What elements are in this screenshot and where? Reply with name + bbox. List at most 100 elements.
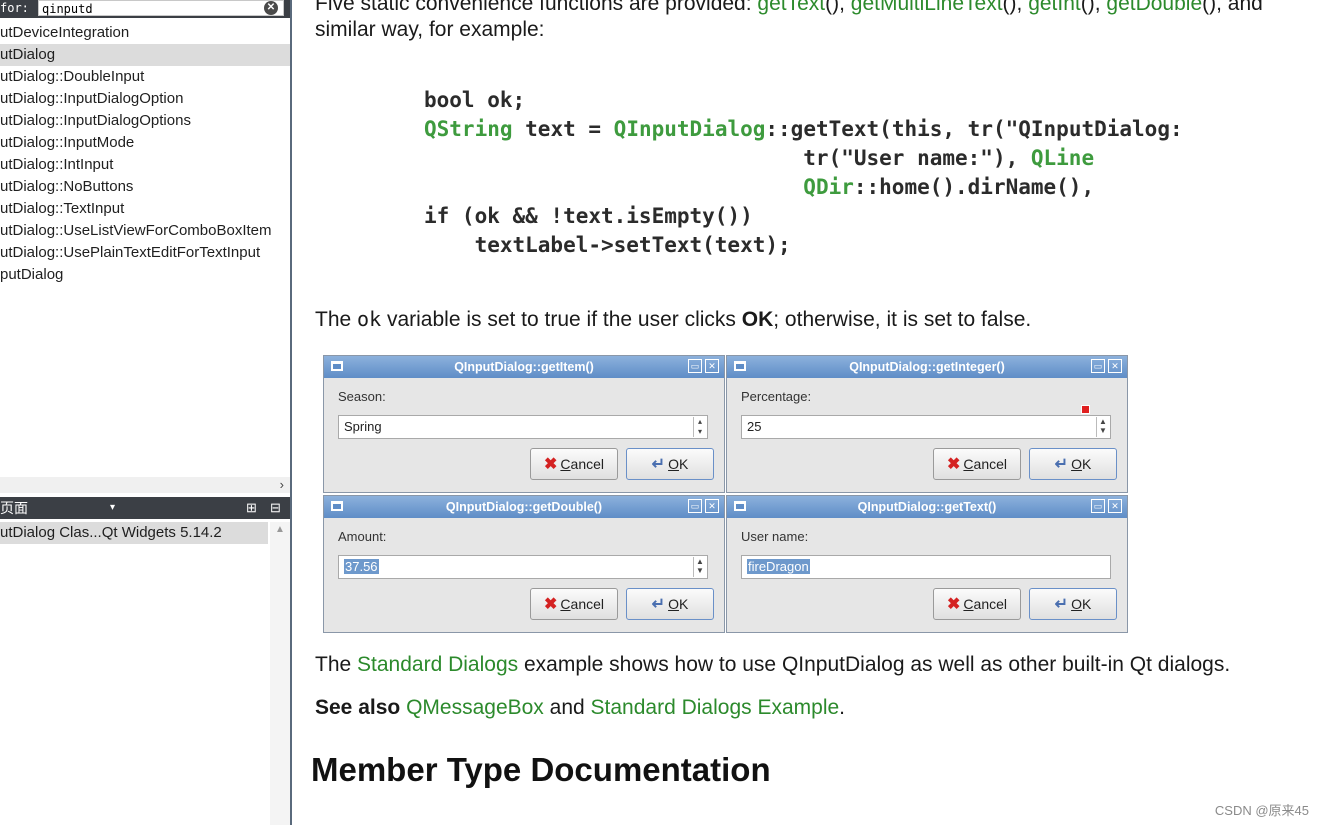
index-item[interactable]: utDialog::DoubleInput xyxy=(0,66,290,88)
cancel-button[interactable]: ✖ Cancel xyxy=(933,588,1021,620)
search-bar: for: qinputd ✕ xyxy=(0,0,290,18)
std-text: example shows how to use QInputDialog as… xyxy=(518,653,1231,676)
split-view-icon[interactable]: ⊞ xyxy=(246,497,257,519)
link-getdouble[interactable]: getDouble xyxy=(1106,0,1202,15)
see-also-text: . xyxy=(839,696,846,719)
close-icon[interactable]: ✕ xyxy=(1108,499,1122,513)
intro-line-2: similar way, for example: xyxy=(315,18,545,41)
maximize-icon[interactable]: ▭ xyxy=(688,499,702,513)
index-item[interactable]: utDialog::NoButtons xyxy=(0,176,290,198)
code-text: tr("User name:"), xyxy=(424,146,1031,170)
index-item[interactable]: utDialog::UsePlainTextEditForTextInput xyxy=(0,242,290,264)
search-input[interactable]: qinputd xyxy=(38,0,284,16)
ok-button[interactable]: ↵ OK xyxy=(1029,588,1117,620)
link-gettext[interactable]: getText xyxy=(757,0,825,15)
ok-icon: ↵ xyxy=(1054,596,1069,613)
dialog-getinteger: QInputDialog::getInteger() ▭ ✕ Percentag… xyxy=(726,355,1128,493)
dialog-titlebar: QInputDialog::getText() ▭ ✕ xyxy=(727,496,1127,518)
ok-text: variable is set to true if the user clic… xyxy=(381,308,742,331)
index-item[interactable]: utDialog::InputDialogOptions xyxy=(0,110,290,132)
spin-arrows-icon[interactable]: ▲ ▼ xyxy=(1096,417,1109,437)
season-combobox[interactable]: Spring ▴ ▾ xyxy=(338,415,708,439)
link-getmultilinetext[interactable]: getMultiLineText xyxy=(851,0,1003,15)
index-item-selected[interactable]: utDialog xyxy=(0,44,290,66)
cancel-icon: ✖ xyxy=(947,456,961,473)
ok-icon: ↵ xyxy=(651,596,666,613)
link-standard-dialogs-example[interactable]: Standard Dialogs Example xyxy=(591,696,840,719)
clear-search-icon[interactable]: ✕ xyxy=(264,1,278,15)
cancel-icon: ✖ xyxy=(947,596,961,613)
member-type-heading: Member Type Documentation xyxy=(311,751,771,788)
index-list: utDeviceIntegration utDialog utDialog::D… xyxy=(0,22,290,286)
scroll-right-icon[interactable]: › xyxy=(280,477,284,493)
ok-bold: OK xyxy=(741,308,774,331)
ok-button[interactable]: ↵ OK xyxy=(626,588,714,620)
link-standard-dialogs[interactable]: Standard Dialogs xyxy=(357,653,518,676)
dialog-titlebar: QInputDialog::getItem() ▭ ✕ xyxy=(324,356,724,378)
code-text: ::home().dirName(), xyxy=(853,175,1095,199)
index-item[interactable]: utDialog::TextInput xyxy=(0,198,290,220)
close-icon[interactable]: ✕ xyxy=(1108,359,1122,373)
ok-code: ok xyxy=(357,307,382,331)
code-text: ::getText(this, tr("QInputDialog: xyxy=(765,117,1183,141)
cancel-icon: ✖ xyxy=(544,456,558,473)
documentation-view: Five static convenience functions are pr… xyxy=(292,0,1324,825)
cancel-button[interactable]: ✖ Cancel xyxy=(530,448,618,480)
close-pane-icon[interactable]: ⊟ xyxy=(270,497,281,519)
index-item[interactable]: utDialog::InputMode xyxy=(0,132,290,154)
open-pages-vertical-scrollbar[interactable]: ▲ xyxy=(270,522,290,825)
ok-paragraph: The ok variable is set to true if the us… xyxy=(315,307,1031,332)
maximize-icon[interactable]: ▭ xyxy=(1091,499,1105,513)
intro-paragraph: Five static convenience functions are pr… xyxy=(315,0,1263,16)
amount-spinbox[interactable]: 37.56 ▲ ▼ xyxy=(338,555,708,579)
index-item[interactable]: putDialog xyxy=(0,264,290,286)
cancel-button[interactable]: ✖ Cancel xyxy=(530,588,618,620)
index-item[interactable]: utDeviceIntegration xyxy=(0,22,290,44)
ok-icon: ↵ xyxy=(651,456,666,473)
code-class: QInputDialog xyxy=(613,117,766,141)
close-icon[interactable]: ✕ xyxy=(705,359,719,373)
see-also-text: and xyxy=(543,696,591,719)
spin-arrows-icon[interactable]: ▲ ▼ xyxy=(693,557,706,577)
scroll-up-icon[interactable]: ▲ xyxy=(275,524,285,535)
close-icon[interactable]: ✕ xyxy=(705,499,719,513)
username-field[interactable]: fireDragon xyxy=(741,555,1111,579)
dialog-title: QInputDialog::getText() xyxy=(857,500,997,514)
dialog-title: QInputDialog::getDouble() xyxy=(445,500,603,514)
bookmarks-header: 页面 ▾ ⊞ ⊟ xyxy=(0,497,290,519)
dialog-getitem: QInputDialog::getItem() ▭ ✕ Season: Spri… xyxy=(323,355,725,493)
dialog-titlebar: QInputDialog::getDouble() ▭ ✕ xyxy=(324,496,724,518)
index-item[interactable]: utDialog::IntInput xyxy=(0,154,290,176)
bookmarks-title: 页面 xyxy=(0,500,28,516)
chevron-down-icon[interactable]: ▾ xyxy=(110,497,115,519)
spinbox-value: 25 xyxy=(747,419,762,434)
ok-button[interactable]: ↵ OK xyxy=(626,448,714,480)
ok-icon: ↵ xyxy=(1054,456,1069,473)
open-page-item[interactable]: utDialog Clas...Qt Widgets 5.14.2 xyxy=(0,522,268,544)
see-also-label: See also xyxy=(315,696,401,719)
dialog-label: Percentage: xyxy=(741,389,812,404)
maximize-icon[interactable]: ▭ xyxy=(1091,359,1105,373)
combobox-arrows-icon[interactable]: ▴ ▾ xyxy=(693,417,706,437)
cancel-button[interactable]: ✖ Cancel xyxy=(933,448,1021,480)
link-qmessagebox[interactable]: QMessageBox xyxy=(406,696,544,719)
index-item[interactable]: utDialog::InputDialogOption xyxy=(0,88,290,110)
see-also-paragraph: See also QMessageBox and Standard Dialog… xyxy=(315,696,845,720)
index-item[interactable]: utDialog::UseListViewForComboBoxItem xyxy=(0,220,290,242)
standard-dialogs-paragraph: The Standard Dialogs example shows how t… xyxy=(315,653,1230,677)
code-line: textLabel->setText(text); xyxy=(424,233,791,257)
ok-button[interactable]: ↵ OK xyxy=(1029,448,1117,480)
link-getint[interactable]: getInt xyxy=(1028,0,1081,15)
ok-text: ; otherwise, it is set to false. xyxy=(773,308,1032,331)
index-horizontal-scrollbar[interactable]: › xyxy=(0,477,290,493)
open-pages-list: utDialog Clas...Qt Widgets 5.14.2 xyxy=(0,522,268,544)
code-class: QDir xyxy=(803,175,854,199)
maximize-icon[interactable]: ▭ xyxy=(688,359,702,373)
percentage-spinbox[interactable]: 25 ▲ ▼ xyxy=(741,415,1111,439)
dialog-title: QInputDialog::getItem() xyxy=(454,360,594,374)
code-line: if (ok && !text.isEmpty()) xyxy=(424,204,753,228)
dialog-gettext: QInputDialog::getText() ▭ ✕ User name: f… xyxy=(726,495,1128,633)
dialog-titlebar: QInputDialog::getInteger() ▭ ✕ xyxy=(727,356,1127,378)
cursor-marker-icon xyxy=(1081,405,1090,414)
intro-text: Five static convenience functions are pr… xyxy=(315,0,758,15)
